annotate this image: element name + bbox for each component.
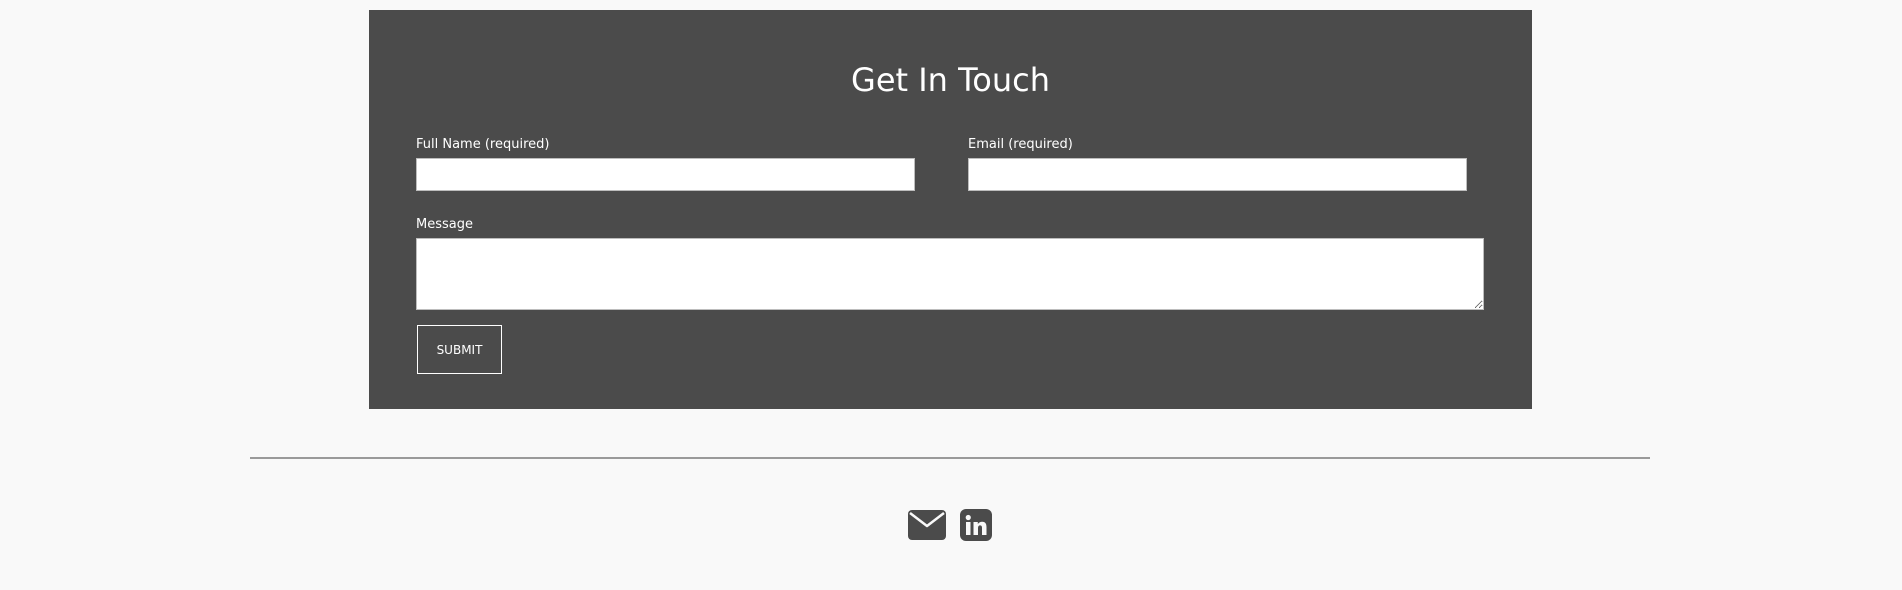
linkedin-icon	[960, 509, 992, 541]
footer-divider	[250, 457, 1650, 459]
envelope-icon	[908, 510, 946, 540]
social-links	[908, 508, 992, 542]
contact-form-panel: Get In Touch Full Name (required) Email …	[369, 10, 1532, 409]
message-label: Message	[416, 217, 473, 232]
email-input[interactable]	[968, 158, 1467, 191]
message-textarea[interactable]	[416, 238, 1484, 310]
submit-button[interactable]: SUBMIT	[417, 325, 502, 374]
email-link[interactable]	[908, 510, 946, 540]
linkedin-link[interactable]	[960, 509, 992, 541]
full-name-label: Full Name (required)	[416, 137, 550, 152]
full-name-input[interactable]	[416, 158, 915, 191]
contact-form-title: Get In Touch	[851, 61, 1050, 99]
email-label: Email (required)	[968, 137, 1073, 152]
